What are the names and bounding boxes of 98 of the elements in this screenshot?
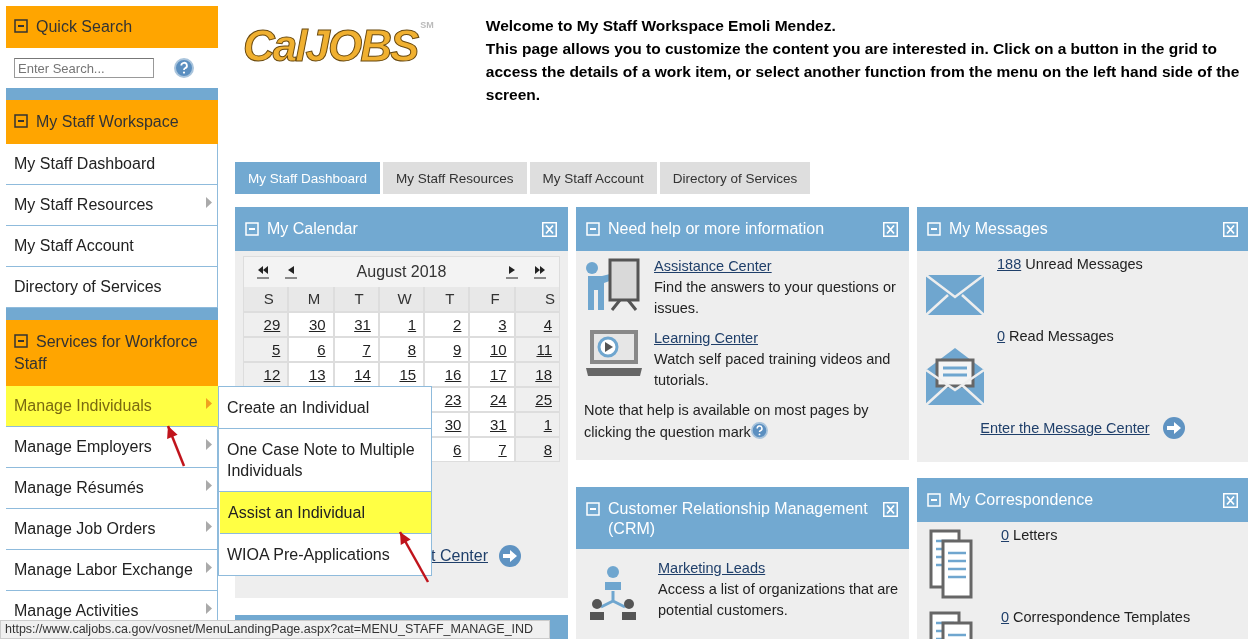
close-icon[interactable]	[1223, 222, 1238, 237]
weekday-label: M	[289, 287, 333, 311]
intro-text: This page allows you to customize the content you are interested in. Click on a button in the grid to access the details of a work item, or select another function from the menu on the left hand side of the screen.	[485, 39, 1241, 105]
description-text: Access a list of organizations that are potential customers.	[658, 580, 900, 620]
menu-item[interactable]: Assist an Individual	[220, 492, 431, 534]
search-field[interactable]: Enter Search...	[14, 58, 154, 78]
calendar-month: August 2018	[355, 263, 448, 281]
logo: CalJOBS$^{SM}$	[242, 19, 435, 72]
panel-header: Customer Relationship Management (CRM)	[576, 487, 909, 549]
collapse-icon[interactable]	[14, 114, 28, 128]
link[interactable]: 0	[997, 328, 1006, 344]
menu-item[interactable]: My Staff Dashboard	[6, 144, 218, 185]
close-icon[interactable]	[883, 502, 898, 517]
tab[interactable]: My Staff Resources	[383, 162, 527, 194]
link[interactable]: Marketing Leads	[658, 560, 766, 576]
menu-item[interactable]: Manage Employers	[6, 427, 218, 468]
calendar-day[interactable]: 4	[515, 313, 559, 336]
weekday-label: T	[425, 287, 469, 311]
menu-item[interactable]: My Staff Account	[6, 226, 218, 267]
calendar-day[interactable]: 3	[470, 313, 514, 336]
double-left-arrow-icon[interactable]	[256, 265, 270, 279]
calendar-day[interactable]: 29	[244, 313, 288, 336]
calendar-day[interactable]: 11	[515, 338, 559, 361]
close-icon[interactable]	[1223, 493, 1238, 508]
weekday-label: S	[244, 287, 288, 311]
collapse-icon[interactable]	[14, 334, 28, 348]
calendar-day[interactable]: 17	[470, 363, 514, 386]
link-url-tooltip: https://www.caljobs.ca.gov/vosnet/MenuLandingPage.aspx?cat=MENU_STAFF_MANAGE_IND	[0, 620, 550, 639]
calendar-day[interactable]: 6	[289, 338, 333, 361]
calendar-day[interactable]: 9	[425, 338, 469, 361]
welcome-heading: Welcome to My Staff Workspace Emoli Mendez.	[485, 16, 837, 36]
calendar-day[interactable]: 13	[289, 363, 333, 386]
section-header[interactable]: Quick Search	[6, 6, 218, 48]
left-arrow-icon[interactable]	[284, 265, 298, 279]
close-icon[interactable]	[542, 222, 557, 237]
calendar-day[interactable]: 8	[515, 438, 559, 461]
collapse-icon[interactable]	[14, 19, 28, 33]
calendar-day[interactable]: 15	[379, 363, 424, 386]
entry-label: Correspondence Templates	[1013, 609, 1191, 625]
link[interactable]: 188	[997, 256, 1022, 272]
tab[interactable]: My Staff Account	[529, 162, 657, 194]
section-header[interactable]: My Staff Workspace	[6, 100, 218, 144]
description-text: Watch self paced training videos and tutorials.	[654, 350, 892, 390]
panel-header: My Correspondence	[917, 478, 1248, 522]
link[interactable]: Assistance Center	[654, 258, 772, 274]
calendar-day[interactable]: 7	[334, 338, 378, 361]
weekday-label: S	[515, 287, 559, 311]
entry-label: Letters	[1013, 527, 1058, 543]
double-right-arrow-icon[interactable]	[533, 265, 547, 279]
calendar-day[interactable]: 14	[334, 363, 378, 386]
documents-icon	[929, 529, 973, 599]
calendar-day[interactable]: 12	[244, 363, 288, 386]
menu-item[interactable]: Directory of Services	[6, 267, 218, 308]
open-envelope-icon	[925, 346, 985, 406]
menu-item[interactable]: My Staff Resources	[6, 185, 218, 226]
calendar-day[interactable]: 1	[515, 413, 559, 436]
section-header[interactable]: Services for Workforce Staff	[6, 320, 218, 386]
calendar-day[interactable]: 25	[515, 388, 559, 411]
right-arrow-icon[interactable]	[505, 265, 519, 279]
link[interactable]: 0	[1001, 527, 1010, 543]
link[interactable]: 0	[1001, 609, 1010, 625]
help-icon[interactable]	[174, 58, 194, 78]
calendar-day[interactable]: 2	[425, 313, 469, 336]
panel-header: My Messages	[917, 207, 1248, 251]
description-text: Find the answers to your questions or issues.	[654, 278, 897, 318]
menu-item[interactable]: Manage Job Orders	[6, 509, 218, 550]
entry-label: Unread Messages	[1025, 256, 1143, 272]
link[interactable]: Learning Center	[654, 330, 758, 346]
link[interactable]: t Center	[431, 547, 488, 565]
menu-item[interactable]: Manage Individuals	[6, 386, 218, 427]
link[interactable]: Enter the Message Center	[980, 420, 1150, 436]
envelope-icon	[925, 274, 985, 316]
menu-item[interactable]: Manage Labor Exchange	[6, 550, 218, 591]
help-icon[interactable]	[750, 422, 768, 439]
calendar-day[interactable]: 24	[470, 388, 514, 411]
entry-label: Read Messages	[1009, 328, 1114, 344]
calendar-day[interactable]: 5	[244, 338, 288, 361]
calendar-day[interactable]: 10	[470, 338, 514, 361]
calendar-day[interactable]: 16	[425, 363, 469, 386]
weekday-label: F	[470, 287, 514, 311]
calendar-day[interactable]: 8	[379, 338, 424, 361]
tab[interactable]: Directory of Services	[659, 162, 811, 194]
calendar-day[interactable]: 31	[470, 413, 514, 436]
note-text: Note that help is available on most pages by clicking the question mark	[584, 401, 870, 442]
menu-item[interactable]: Manage Résumés	[6, 468, 218, 509]
weekday-label: T	[334, 287, 378, 311]
calendar-day[interactable]: 7	[470, 438, 514, 461]
close-icon[interactable]	[883, 222, 898, 237]
arrow-right-circle-icon[interactable]	[498, 544, 522, 568]
weekday-label: W	[379, 287, 424, 311]
people-network-icon	[588, 564, 638, 620]
calendar-day[interactable]: 31	[334, 313, 378, 336]
arrow-right-circle-icon[interactable]	[1161, 416, 1186, 440]
calendar-day[interactable]: 30	[289, 313, 333, 336]
panel-header: My Calendar	[235, 207, 568, 251]
calendar-day[interactable]: 18	[515, 363, 559, 386]
calendar-day[interactable]: 1	[379, 313, 424, 336]
panel-header: Need help or more information	[576, 207, 909, 251]
